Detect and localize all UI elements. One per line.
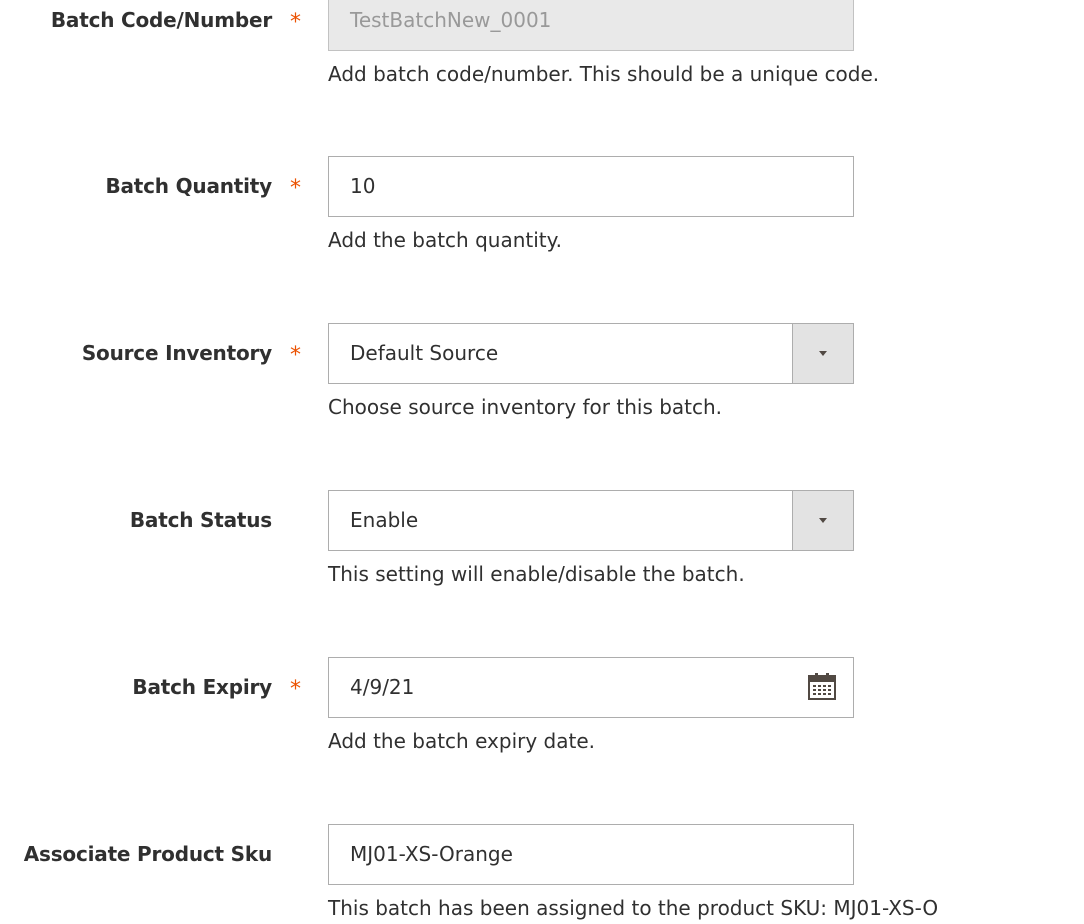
batch-expiry-label: Batch Expiry <box>132 675 272 699</box>
associate-sku-note: This batch has been assigned to the prod… <box>328 896 939 920</box>
associate-sku-input[interactable]: MJ01-XS-Orange <box>328 824 854 885</box>
batch-status-dropdown-button[interactable] <box>792 491 853 550</box>
chevron-down-icon <box>819 351 827 356</box>
required-marker: * <box>290 677 301 702</box>
source-inventory-value: Default Source <box>350 341 499 365</box>
batch-expiry-input[interactable]: 4/9/21 <box>328 657 854 718</box>
batch-status-label: Batch Status <box>129 508 272 532</box>
associate-sku-label: Associate Product Sku <box>23 842 272 866</box>
source-inventory-note: Choose source inventory for this batch. <box>328 395 723 419</box>
source-inventory-label: Source Inventory <box>81 341 272 365</box>
batch-code-label: Batch Code/Number <box>50 8 272 32</box>
batch-status-value: Enable <box>350 508 419 532</box>
required-marker: * <box>290 343 301 368</box>
batch-quantity-value: 10 <box>350 174 376 198</box>
batch-code-value: TestBatchNew_0001 <box>350 8 552 32</box>
batch-expiry-note: Add the batch expiry date. <box>328 729 595 753</box>
batch-status-note: This setting will enable/disable the bat… <box>328 562 745 586</box>
required-marker: * <box>290 176 301 201</box>
source-inventory-select[interactable]: Default Source <box>328 323 854 384</box>
batch-status-select[interactable]: Enable <box>328 490 854 551</box>
batch-code-note: Add batch code/number. This should be a … <box>328 62 880 86</box>
required-marker: * <box>290 10 301 35</box>
calendar-icon[interactable] <box>807 671 837 701</box>
source-inventory-dropdown-button[interactable] <box>792 324 853 383</box>
batch-code-input: TestBatchNew_0001 <box>328 0 854 51</box>
batch-quantity-input[interactable]: 10 <box>328 156 854 217</box>
chevron-down-icon <box>819 518 827 523</box>
batch-expiry-value: 4/9/21 <box>350 675 415 699</box>
batch-quantity-note: Add the batch quantity. <box>328 228 562 252</box>
batch-quantity-label: Batch Quantity <box>105 174 272 198</box>
associate-sku-value: MJ01-XS-Orange <box>350 842 513 866</box>
